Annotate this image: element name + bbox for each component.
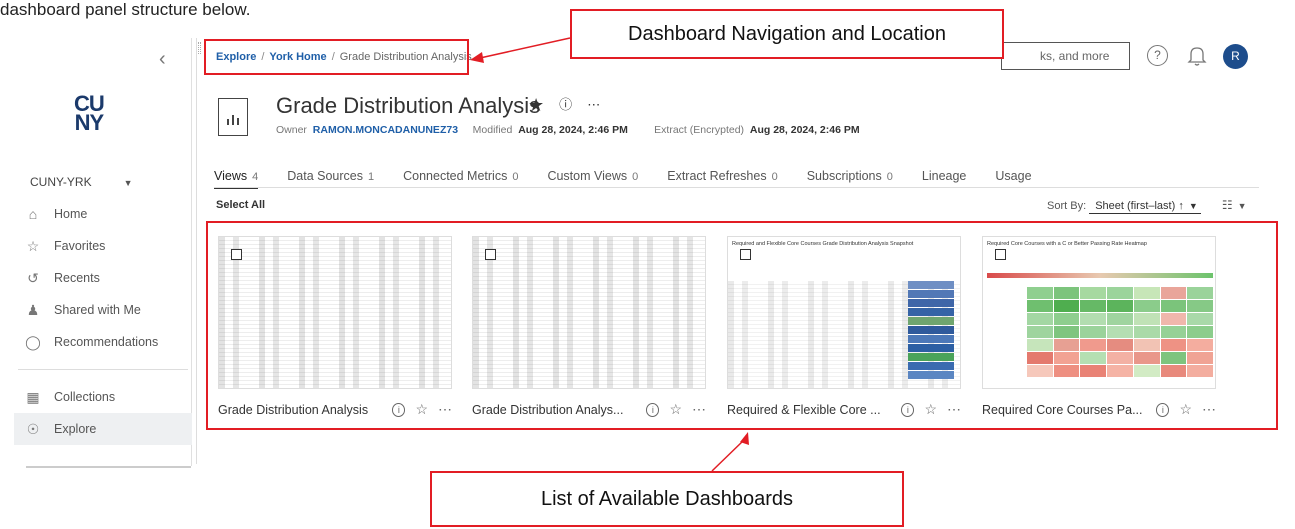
select-checkbox[interactable] bbox=[995, 249, 1006, 260]
favorite-star-icon[interactable]: ☆ bbox=[669, 401, 682, 418]
sidebar-divider-bottom bbox=[26, 466, 191, 468]
more-actions-icon[interactable]: ⋯ bbox=[692, 401, 706, 418]
cuny-logo: CU NY bbox=[74, 91, 105, 135]
thumbnail-bars bbox=[908, 281, 954, 380]
favorite-star-icon[interactable]: ☆ bbox=[1179, 401, 1192, 418]
callout-navigation: Dashboard Navigation and Location bbox=[570, 9, 1004, 59]
tab-bar: Views 4 Data Sources 1 Connected Metrics 0 … bbox=[214, 169, 1061, 189]
sidebar-item-home[interactable]: ⌂ Home bbox=[14, 198, 192, 230]
breadcrumb: Explore / York Home / Grade Distribution Ana… bbox=[216, 51, 472, 63]
view-thumbnail[interactable]: Required and Flexible Core Courses Grade… bbox=[727, 236, 961, 389]
sidebar: ‹ CU NY CUNY-YRK ▼ ⌂ Home ☆ Favorites ↺ R… bbox=[14, 38, 192, 468]
breadcrumb-york-home[interactable]: York Home bbox=[269, 51, 326, 63]
sidebar-item-recents[interactable]: ↺ Recents bbox=[14, 262, 192, 294]
notifications-bell-icon[interactable] bbox=[1187, 45, 1207, 67]
shared-icon: ♟ bbox=[26, 301, 40, 318]
help-icon[interactable]: ? bbox=[1147, 45, 1168, 66]
breadcrumb-current: Grade Distribution Analysis bbox=[339, 51, 472, 63]
document-text: dashboard panel structure below. bbox=[0, 0, 251, 19]
more-actions-icon[interactable]: ⋯ bbox=[587, 97, 600, 112]
thumbnail-title: Required Core Courses with a C or Better… bbox=[987, 241, 1147, 247]
owner-link[interactable]: RAMON.MONCADANUNEZ73 bbox=[313, 124, 458, 136]
search-input[interactable]: ks, and more bbox=[1001, 42, 1130, 70]
workbook-meta: Owner RAMON.MONCADANUNEZ73 Modified Aug … bbox=[276, 124, 860, 136]
favorite-star-icon[interactable]: ☆ bbox=[924, 401, 937, 418]
info-icon[interactable]: i bbox=[392, 402, 406, 417]
view-name[interactable]: Grade Distribution Analys... bbox=[472, 403, 636, 417]
chevron-down-icon: ▼ bbox=[123, 178, 133, 188]
favorite-star-icon[interactable]: ☆ bbox=[415, 401, 428, 418]
home-icon: ⌂ bbox=[28, 206, 38, 222]
view-thumbnail[interactable] bbox=[472, 236, 706, 389]
star-icon: ☆ bbox=[26, 237, 40, 254]
view-thumbnail[interactable]: Required Core Courses with a C or Better… bbox=[982, 236, 1216, 389]
sidebar-resize-handle[interactable] bbox=[196, 38, 202, 464]
tabs-divider bbox=[214, 187, 1259, 188]
thumbnail-title: Required and Flexible Core Courses Grade… bbox=[732, 241, 914, 247]
tab-usage[interactable]: Usage bbox=[995, 169, 1031, 189]
info-icon[interactable]: i bbox=[901, 402, 915, 417]
more-actions-icon[interactable]: ⋯ bbox=[438, 401, 452, 418]
more-actions-icon[interactable]: ⋯ bbox=[1202, 401, 1216, 418]
breadcrumb-explore[interactable]: Explore bbox=[216, 51, 256, 63]
tab-views[interactable]: Views 4 bbox=[214, 169, 259, 189]
view-name[interactable]: Required Core Courses Pa... bbox=[982, 403, 1146, 417]
view-name[interactable]: Grade Distribution Analysis bbox=[218, 403, 382, 417]
sidebar-item-shared[interactable]: ♟ Shared with Me bbox=[14, 294, 192, 326]
tab-extract-refreshes[interactable]: Extract Refreshes 0 bbox=[667, 169, 777, 189]
thumbnail-heatmap bbox=[1027, 287, 1213, 377]
user-avatar[interactable]: R bbox=[1223, 44, 1248, 69]
view-card[interactable]: Grade Distribution Analys... i ☆ ⋯ bbox=[472, 236, 706, 418]
select-checkbox[interactable] bbox=[231, 249, 242, 260]
sidebar-item-favorites[interactable]: ☆ Favorites bbox=[14, 230, 192, 262]
explore-icon: ☉ bbox=[26, 420, 40, 437]
more-actions-icon[interactable]: ⋯ bbox=[947, 401, 961, 418]
page-title: Grade Distribution Analysis bbox=[276, 93, 541, 118]
collapse-sidebar-icon[interactable]: ‹ bbox=[159, 48, 166, 71]
site-switcher[interactable]: CUNY-YRK ▼ bbox=[30, 175, 133, 189]
sidebar-item-recommendations[interactable]: ◯ Recommendations bbox=[14, 326, 192, 358]
sidebar-item-explore[interactable]: ☉ Explore bbox=[14, 413, 192, 445]
select-checkbox[interactable] bbox=[740, 249, 751, 260]
select-checkbox[interactable] bbox=[485, 249, 496, 260]
lightbulb-icon: ◯ bbox=[25, 333, 41, 350]
tab-custom-views[interactable]: Custom Views 0 bbox=[547, 169, 638, 189]
sidebar-item-collections[interactable]: ▦ Collections bbox=[14, 381, 192, 413]
tab-connected-metrics[interactable]: Connected Metrics 0 bbox=[403, 169, 518, 189]
tab-data-sources[interactable]: Data Sources 1 bbox=[287, 169, 374, 189]
sort-dropdown[interactable]: Sheet (first–last) ↑ ▼ bbox=[1089, 200, 1201, 214]
sidebar-divider bbox=[18, 369, 188, 370]
collections-icon: ▦ bbox=[26, 388, 40, 405]
recents-icon: ↺ bbox=[27, 269, 39, 286]
view-card[interactable]: Required Core Courses with a C or Better… bbox=[982, 236, 1216, 418]
favorite-star-icon[interactable]: ★ bbox=[528, 95, 544, 115]
view-thumbnail[interactable] bbox=[218, 236, 452, 389]
select-all-button[interactable]: Select All bbox=[216, 199, 265, 211]
view-card[interactable]: Grade Distribution Analysis i ☆ ⋯ bbox=[218, 236, 452, 418]
tab-subscriptions[interactable]: Subscriptions 0 bbox=[807, 169, 893, 189]
sort-control: Sort By: Sheet (first–last) ↑ ▼ ☷ ▼ bbox=[1047, 198, 1247, 214]
view-card[interactable]: Required and Flexible Core Courses Grade… bbox=[727, 236, 961, 418]
view-name[interactable]: Required & Flexible Core ... bbox=[727, 403, 891, 417]
tab-lineage[interactable]: Lineage bbox=[922, 169, 967, 189]
info-icon[interactable]: i bbox=[646, 402, 660, 417]
workbook-icon bbox=[218, 98, 248, 136]
info-icon[interactable]: ⓘ bbox=[559, 97, 572, 112]
info-icon[interactable]: i bbox=[1156, 402, 1170, 417]
chevron-down-icon: ▼ bbox=[1188, 201, 1198, 211]
grid-view-icon[interactable]: ☷ ▼ bbox=[1222, 198, 1247, 212]
callout-dashboard-list: List of Available Dashboards bbox=[430, 471, 904, 527]
